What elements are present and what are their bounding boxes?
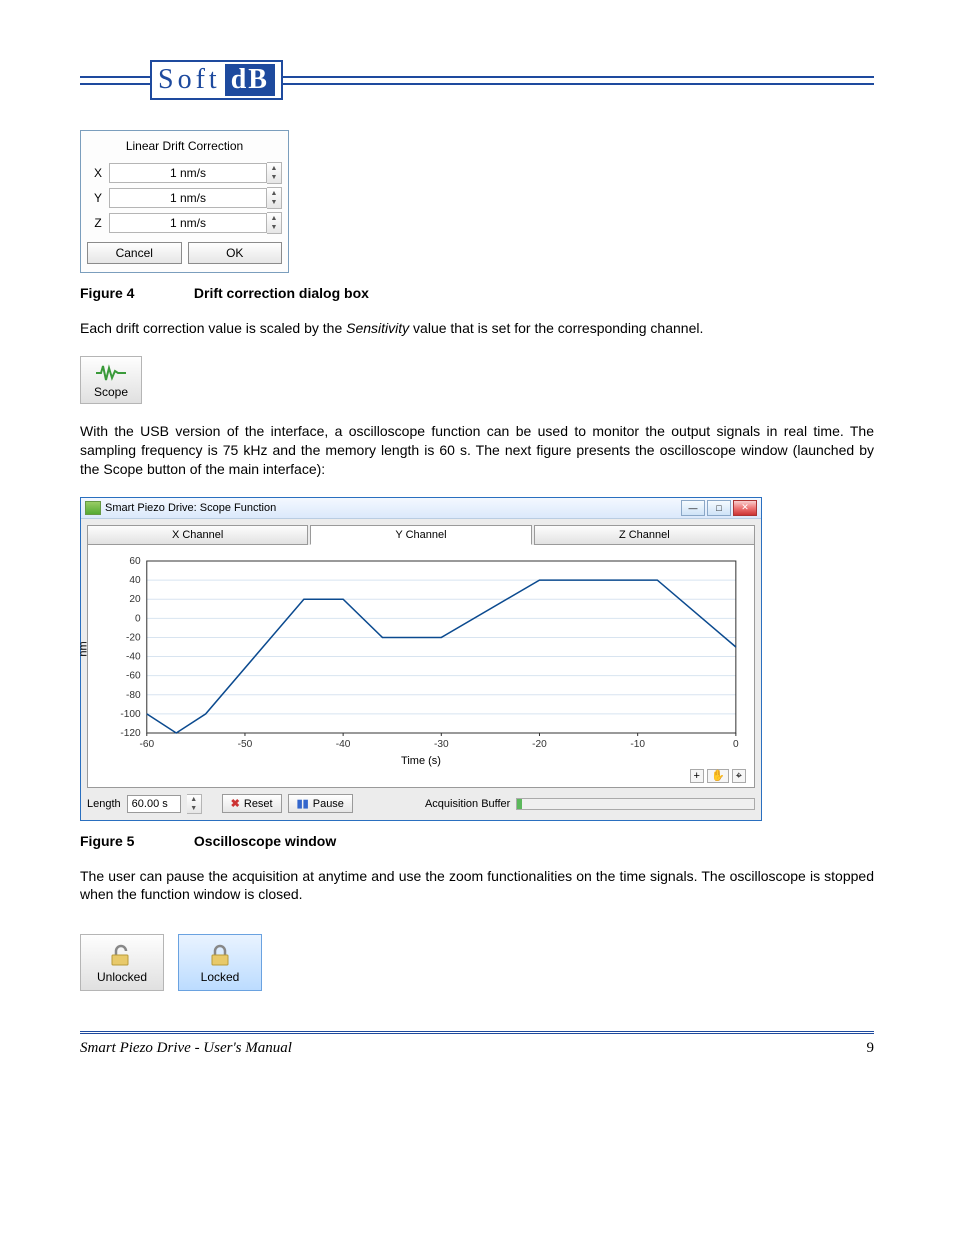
scope-button-label: Scope — [94, 385, 128, 399]
svg-text:-120: -120 — [120, 728, 141, 739]
svg-text:-10: -10 — [630, 739, 645, 750]
figure-title: Oscilloscope window — [194, 833, 336, 849]
svg-text:-60: -60 — [139, 739, 154, 750]
svg-text:60: 60 — [129, 556, 141, 567]
logo-db: dB — [225, 64, 275, 96]
logo: Soft dB — [150, 60, 283, 100]
reset-button[interactable]: ✖ Reset — [222, 794, 282, 813]
plot-area: nm 6040200-20-40-60-80-100-120-60-50-40-… — [87, 545, 755, 788]
svg-text:0: 0 — [733, 739, 739, 750]
ok-button[interactable]: OK — [188, 242, 283, 264]
svg-text:-20: -20 — [532, 739, 547, 750]
zoom-tool-icon[interactable]: + — [690, 769, 704, 783]
unlock-icon — [108, 943, 136, 967]
maximize-button[interactable]: □ — [707, 500, 731, 516]
tab-y-channel[interactable]: Y Channel — [310, 525, 531, 545]
acquisition-buffer-bar — [516, 798, 755, 810]
cursor-tool-icon[interactable]: ⌖ — [732, 769, 746, 783]
unlocked-label: Unlocked — [81, 970, 163, 984]
x-axis-label: Time (s) — [96, 753, 746, 769]
svg-text:-40: -40 — [126, 651, 141, 662]
spinner-icon[interactable]: ▲▼ — [267, 162, 282, 184]
figure-number: Figure 4 — [80, 285, 190, 301]
drift-row-x: X 1 nm/s ▲▼ — [87, 162, 282, 184]
paragraph-2: With the USB version of the interface, a… — [80, 422, 874, 479]
axis-label: Y — [87, 191, 109, 205]
titlebar: Smart Piezo Drive: Scope Function — □ ✕ — [81, 498, 761, 519]
svg-text:20: 20 — [129, 594, 141, 605]
waveform-icon — [96, 363, 126, 383]
unlocked-button[interactable]: Unlocked — [80, 934, 164, 991]
figure-4-caption: Figure 4 Drift correction dialog box — [80, 285, 874, 301]
drift-row-y: Y 1 nm/s ▲▼ — [87, 187, 282, 209]
drift-y-input[interactable]: 1 nm/s — [109, 188, 267, 208]
page-header: Soft dB — [80, 60, 874, 100]
locked-label: Locked — [179, 970, 261, 984]
logo-soft: Soft — [158, 64, 221, 96]
svg-text:-30: -30 — [434, 739, 449, 750]
length-label: Length — [87, 798, 121, 810]
svg-text:-50: -50 — [238, 739, 253, 750]
close-button[interactable]: ✕ — [733, 500, 757, 516]
drift-x-input[interactable]: 1 nm/s — [109, 163, 267, 183]
paragraph-1: Each drift correction value is scaled by… — [80, 319, 874, 338]
spinner-icon[interactable]: ▲▼ — [267, 187, 282, 209]
tab-z-channel[interactable]: Z Channel — [534, 525, 755, 545]
svg-text:-60: -60 — [126, 670, 141, 681]
spinner-icon[interactable]: ▲▼ — [187, 794, 202, 814]
window-title: Smart Piezo Drive: Scope Function — [105, 502, 276, 514]
axis-label: Z — [87, 216, 109, 230]
app-icon — [85, 501, 101, 515]
lock-icon — [206, 943, 234, 967]
dialog-title: Linear Drift Correction — [87, 137, 282, 159]
scope-window: Smart Piezo Drive: Scope Function — □ ✕ … — [80, 497, 762, 821]
svg-text:0: 0 — [135, 613, 141, 624]
spinner-icon[interactable]: ▲▼ — [267, 212, 282, 234]
figure-title: Drift correction dialog box — [194, 285, 369, 301]
locked-button[interactable]: Locked — [178, 934, 262, 991]
page-footer: Smart Piezo Drive - User's Manual 9 — [80, 1031, 874, 1057]
scope-chart: 6040200-20-40-60-80-100-120-60-50-40-30-… — [96, 553, 746, 753]
figure-number: Figure 5 — [80, 833, 190, 849]
drift-row-z: Z 1 nm/s ▲▼ — [87, 212, 282, 234]
drift-z-input[interactable]: 1 nm/s — [109, 213, 267, 233]
buffer-label: Acquisition Buffer — [425, 798, 510, 810]
minimize-button[interactable]: — — [681, 500, 705, 516]
axis-label: X — [87, 166, 109, 180]
length-input[interactable]: 60.00 s — [127, 795, 181, 813]
svg-text:40: 40 — [129, 575, 141, 586]
page-number: 9 — [867, 1040, 875, 1057]
x-icon: ✖ — [231, 797, 240, 810]
pause-icon: ▮▮ — [297, 797, 309, 810]
pan-tool-icon[interactable]: ✋ — [707, 769, 729, 783]
svg-text:-40: -40 — [336, 739, 351, 750]
svg-text:-20: -20 — [126, 632, 141, 643]
scope-button[interactable]: Scope — [80, 356, 142, 404]
svg-text:-80: -80 — [126, 689, 141, 700]
tab-x-channel[interactable]: X Channel — [87, 525, 308, 545]
svg-text:-100: -100 — [120, 709, 141, 720]
cancel-button[interactable]: Cancel — [87, 242, 182, 264]
figure-5-caption: Figure 5 Oscilloscope window — [80, 833, 874, 849]
pause-button[interactable]: ▮▮ Pause — [288, 794, 353, 813]
drift-dialog: Linear Drift Correction X 1 nm/s ▲▼ Y 1 … — [80, 130, 289, 273]
y-axis-label: nm — [78, 641, 90, 656]
paragraph-3: The user can pause the acquisition at an… — [80, 867, 874, 905]
footer-text: Smart Piezo Drive - User's Manual — [80, 1040, 292, 1057]
